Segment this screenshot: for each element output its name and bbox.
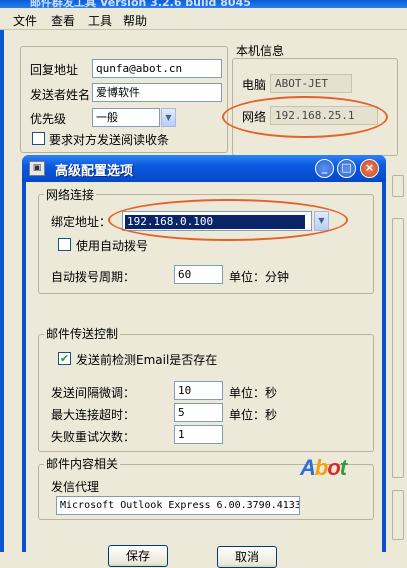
network-label: 网络 bbox=[242, 110, 267, 124]
dialog-titlebar[interactable]: ▣ 高级配置选项 _ □ × bbox=[22, 155, 386, 182]
main-titlebar: 邮件群发工具 Version 3.2.6 build 8045 bbox=[0, 0, 407, 9]
timeout-label: 最大连接超时： bbox=[51, 408, 136, 422]
menu-help[interactable]: 帮助 bbox=[120, 11, 150, 30]
check-email-checkbox[interactable]: ✔ bbox=[58, 352, 71, 365]
retry-input[interactable]: 1 bbox=[174, 425, 223, 444]
autodial-period-label: 自动拨号周期： bbox=[51, 270, 136, 284]
network-address-field: 192.168.25.1 bbox=[270, 106, 378, 125]
autodial-checkbox[interactable] bbox=[58, 238, 71, 251]
retry-label: 失败重试次数： bbox=[51, 430, 136, 444]
autodial-period-input[interactable]: 60 bbox=[174, 265, 223, 284]
bind-address-value: 192.168.0.100 bbox=[125, 215, 305, 229]
priority-chevron-down-icon[interactable]: ▼ bbox=[161, 108, 176, 127]
dialog-app-icon: ▣ bbox=[29, 161, 45, 176]
main-window-fragment bbox=[392, 490, 404, 540]
main-window-border bbox=[0, 8, 4, 552]
menu-file[interactable]: 文件 bbox=[10, 11, 40, 30]
interval-unit: 单位：秒 bbox=[229, 386, 278, 400]
bind-address-chevron-down-icon[interactable]: ▼ bbox=[314, 211, 329, 231]
dialog-title: 高级配置选项 bbox=[55, 164, 134, 179]
dialog-body: 网络连接 绑定地址： 192.168.0.100 ▼ 使用自动拨号 自动拨号周期… bbox=[26, 182, 382, 568]
computer-name-field: ABOT-JET bbox=[270, 74, 352, 93]
menu-tools[interactable]: 工具 bbox=[85, 11, 115, 30]
mail-agent-label: 发信代理 bbox=[51, 480, 100, 494]
menu-bar: 文件 查看 工具 帮助 bbox=[0, 8, 407, 30]
abot-logo: Abot bbox=[300, 455, 347, 480]
sender-name-label: 发送者姓名 bbox=[30, 88, 91, 102]
autodial-period-unit: 单位：分钟 bbox=[229, 270, 290, 284]
save-button[interactable]: 保存 bbox=[108, 545, 168, 567]
mail-agent-input[interactable]: Microsoft Outlook Express 6.00.3790.4133 bbox=[56, 496, 300, 515]
sender-name-input[interactable]: 爱博软件 bbox=[92, 83, 222, 102]
timeout-input[interactable]: 5 bbox=[174, 403, 223, 422]
interval-label: 发送间隔微调： bbox=[51, 386, 136, 400]
main-window-fragment bbox=[392, 175, 404, 197]
check-email-label: 发送前检测Email是否存在 bbox=[76, 353, 218, 367]
content-group-title: 邮件内容相关 bbox=[44, 455, 121, 472]
bind-address-combobox[interactable]: 192.168.0.100 bbox=[122, 211, 312, 231]
autodial-label: 使用自动拨号 bbox=[76, 239, 149, 253]
priority-label: 优先级 bbox=[30, 112, 67, 126]
local-info-title: 本机信息 bbox=[236, 44, 285, 58]
transfer-group-title: 邮件传送控制 bbox=[44, 325, 121, 342]
priority-select[interactable]: 一般 bbox=[92, 108, 160, 127]
cancel-button[interactable]: 取消 bbox=[217, 546, 277, 568]
timeout-unit: 单位：秒 bbox=[229, 408, 278, 422]
computer-label: 电脑 bbox=[242, 78, 267, 92]
minimize-button[interactable]: _ bbox=[315, 159, 334, 178]
advanced-options-dialog: ▣ 高级配置选项 _ □ × 网络连接 绑定地址： 192.168.0.100 … bbox=[22, 155, 386, 568]
reply-address-label: 回复地址 bbox=[30, 63, 79, 77]
close-button[interactable]: × bbox=[360, 159, 379, 178]
reply-address-input[interactable]: qunfa@abot.cn bbox=[92, 59, 222, 78]
interval-input[interactable]: 10 bbox=[174, 381, 223, 400]
read-receipt-checkbox[interactable] bbox=[32, 132, 45, 145]
maximize-button[interactable]: □ bbox=[337, 159, 356, 178]
main-window-fragment bbox=[392, 218, 404, 478]
bind-address-label: 绑定地址： bbox=[51, 215, 112, 229]
menu-view[interactable]: 查看 bbox=[48, 11, 78, 30]
read-receipt-label: 要求对方发送阅读收条 bbox=[49, 133, 170, 147]
network-group-title: 网络连接 bbox=[44, 186, 97, 203]
